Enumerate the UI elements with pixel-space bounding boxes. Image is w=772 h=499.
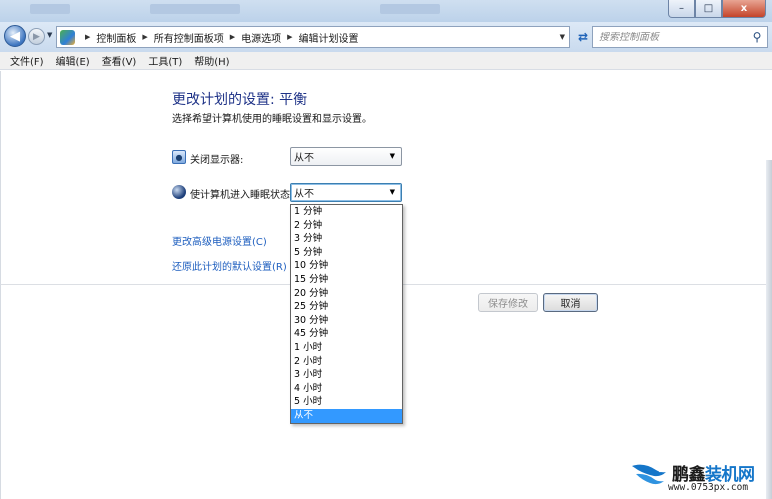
- sleep-option[interactable]: 2 分钟: [291, 219, 402, 233]
- breadcrumb-separator-icon[interactable]: ▶: [287, 33, 292, 41]
- close-button[interactable]: x: [722, 0, 766, 18]
- sleep-option[interactable]: 5 分钟: [291, 246, 402, 260]
- control-panel-icon: [60, 29, 75, 45]
- sleep-option[interactable]: 25 分钟: [291, 300, 402, 314]
- forward-arrow-icon: ▶: [33, 31, 40, 42]
- save-changes-button[interactable]: 保存修改: [478, 293, 538, 312]
- sleep-select[interactable]: 从不 ▼: [290, 183, 402, 202]
- minimize-button[interactable]: –: [668, 0, 695, 18]
- menu-view[interactable]: 查看(V): [102, 53, 137, 68]
- sleep-option[interactable]: 15 分钟: [291, 273, 402, 287]
- menu-file[interactable]: 文件(F): [10, 53, 44, 68]
- site-watermark: 鹏鑫装机网 www.0753px.com: [630, 458, 772, 499]
- maximize-button[interactable]: □: [695, 0, 722, 18]
- advanced-power-settings-link[interactable]: 更改高级电源设置(C): [172, 233, 267, 248]
- sleep-option-selected[interactable]: 从不: [291, 408, 402, 423]
- menu-bar: 文件(F) 编辑(E) 查看(V) 工具(T) 帮助(H): [0, 52, 772, 70]
- moon-icon: [172, 185, 186, 199]
- navigation-bar: ◀ ▶ ▼ ▶ 控制面板 ▶ 所有控制面板项 ▶ 电源选项 ▶ 编辑计划设置 ▼…: [0, 22, 772, 52]
- chevron-down-icon: ▼: [389, 152, 395, 160]
- window-edge: [766, 160, 772, 499]
- sleep-option[interactable]: 1 分钟: [291, 205, 402, 219]
- recent-pages-dropdown-icon[interactable]: ▼: [47, 31, 52, 39]
- sleep-option[interactable]: 30 分钟: [291, 314, 402, 328]
- bird-logo-icon: [632, 464, 666, 485]
- address-history-dropdown-icon[interactable]: ▼: [560, 33, 565, 41]
- watermark-url: www.0753px.com: [668, 482, 749, 493]
- refresh-icon: ⇄: [577, 30, 589, 44]
- breadcrumb-separator-icon[interactable]: ▶: [142, 33, 147, 41]
- display-off-select[interactable]: 从不 ▼: [290, 147, 402, 166]
- sleep-value: 从不: [294, 189, 314, 200]
- display-off-value: 从不: [294, 153, 314, 164]
- sleep-label: 使计算机进入睡眠状态:: [190, 190, 294, 201]
- breadcrumb-item[interactable]: 编辑计划设置: [299, 30, 359, 45]
- window-titlebar[interactable]: – □ x: [0, 0, 772, 22]
- search-icon[interactable]: ⚲: [747, 30, 767, 44]
- breadcrumb: ▶ 控制面板 ▶ 所有控制面板项 ▶ 电源选项 ▶ 编辑计划设置: [79, 30, 359, 45]
- page-title: 更改计划的设置: 平衡: [172, 92, 308, 108]
- chevron-down-icon: ▼: [389, 188, 395, 196]
- monitor-icon: ●: [172, 150, 186, 164]
- sleep-option[interactable]: 20 分钟: [291, 287, 402, 301]
- breadcrumb-separator-icon[interactable]: ▶: [85, 33, 90, 41]
- page-subtitle: 选择希望计算机使用的睡眠设置和显示设置。: [172, 114, 372, 125]
- breadcrumb-item[interactable]: 电源选项: [241, 30, 281, 45]
- search-box: ⚲: [592, 26, 768, 48]
- sleep-option[interactable]: 2 小时: [291, 355, 402, 369]
- blurred-title-region: [380, 4, 440, 14]
- menu-help[interactable]: 帮助(H): [194, 53, 229, 68]
- back-button[interactable]: ◀: [4, 25, 26, 47]
- sleep-option[interactable]: 3 分钟: [291, 232, 402, 246]
- display-off-label: 关闭显示器:: [190, 155, 244, 166]
- back-arrow-icon: ◀: [10, 28, 20, 44]
- breadcrumb-item[interactable]: 所有控制面板项: [154, 30, 224, 45]
- search-input[interactable]: [593, 31, 747, 43]
- sleep-options-list: 1 分钟 2 分钟 3 分钟 5 分钟 10 分钟 15 分钟 20 分钟 25…: [290, 204, 403, 424]
- menu-tools[interactable]: 工具(T): [148, 53, 182, 68]
- forward-button[interactable]: ▶: [28, 28, 45, 45]
- window-controls: – □ x: [668, 0, 766, 18]
- sleep-option[interactable]: 5 小时: [291, 395, 402, 409]
- sleep-option[interactable]: 3 小时: [291, 368, 402, 382]
- cancel-button[interactable]: 取消: [543, 293, 598, 312]
- sleep-option[interactable]: 1 小时: [291, 341, 402, 355]
- breadcrumb-item[interactable]: 控制面板: [96, 30, 136, 45]
- sleep-option[interactable]: 10 分钟: [291, 259, 402, 273]
- blurred-title-region: [150, 4, 240, 14]
- restore-defaults-link[interactable]: 还原此计划的默认设置(R): [172, 258, 287, 273]
- address-bar[interactable]: ▶ 控制面板 ▶ 所有控制面板项 ▶ 电源选项 ▶ 编辑计划设置 ▼: [56, 26, 570, 48]
- blurred-title-region: [30, 4, 70, 14]
- sleep-option[interactable]: 4 小时: [291, 382, 402, 396]
- refresh-button[interactable]: ⇄: [572, 26, 594, 48]
- menu-edit[interactable]: 编辑(E): [56, 53, 90, 68]
- breadcrumb-separator-icon[interactable]: ▶: [230, 33, 235, 41]
- sleep-option[interactable]: 45 分钟: [291, 327, 402, 341]
